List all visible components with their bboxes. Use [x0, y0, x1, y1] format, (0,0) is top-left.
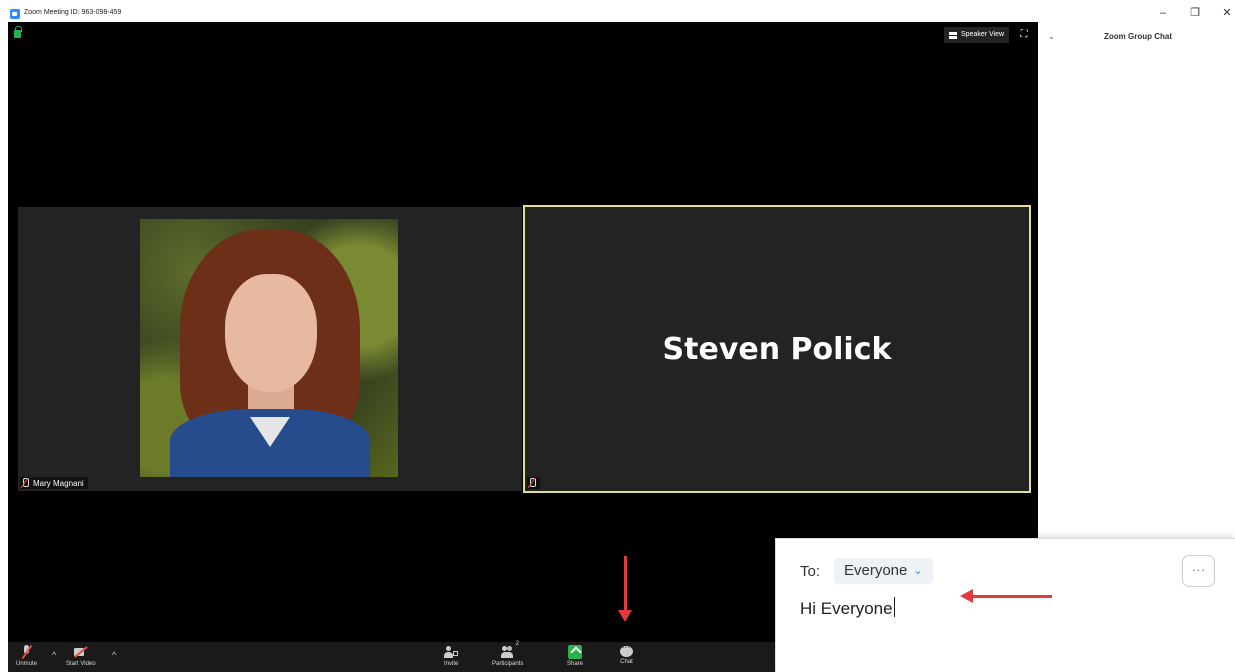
invite-label: Invite [444, 661, 459, 667]
chat-bubble-icon [620, 643, 633, 657]
chevron-down-icon[interactable]: ⌄ [1048, 32, 1055, 41]
fullscreen-icon[interactable]: ⛶ [1016, 27, 1032, 43]
start-video-button[interactable]: Start Video [66, 645, 96, 667]
participants-label: Participants [492, 661, 524, 667]
window-controls: – ❐ ✕ [1157, 7, 1233, 19]
portrait-face [225, 274, 317, 392]
speaker-view-label: Speaker View [961, 31, 1005, 38]
video-tile-steven[interactable]: Steven Polick [523, 205, 1031, 493]
share-label: Share [567, 661, 584, 667]
participant-name-display: Steven Polick [662, 331, 892, 367]
lock-icon[interactable] [14, 26, 22, 38]
video-off-icon [73, 645, 88, 659]
start-video-label: Start Video [66, 661, 96, 667]
invite-icon [444, 645, 459, 659]
share-screen-icon [568, 645, 582, 659]
share-button[interactable]: Share [567, 645, 583, 667]
chat-title: Zoom Group Chat [1104, 32, 1172, 41]
recipient-value: Everyone [844, 562, 908, 579]
window-title: Zoom Meeting ID: 963-098-459 [24, 9, 122, 16]
video-tile-mary[interactable]: Mary Magnani [18, 207, 522, 491]
chat-button[interactable]: Chat [620, 643, 633, 665]
participant-name: Mary Magnani [33, 478, 84, 488]
recipient-dropdown[interactable]: Everyone ⌄ [834, 558, 933, 584]
text-cursor [893, 597, 895, 617]
muted-mic-icon [21, 478, 29, 488]
speaker-view-button[interactable]: Speaker View [944, 27, 1010, 43]
participant-name-tag [527, 477, 540, 489]
grid-icon [949, 31, 957, 39]
message-text: Hi Everyone [800, 599, 893, 618]
video-options-caret-icon[interactable]: ^ [112, 650, 116, 660]
unmute-label: Unmute [16, 661, 38, 667]
chat-message-input[interactable]: Hi Everyone [800, 597, 895, 619]
audio-options-caret-icon[interactable]: ^ [52, 650, 56, 660]
minimize-icon[interactable]: – [1157, 7, 1169, 19]
participants-count: 2 [515, 641, 520, 647]
title-bar: Zoom Meeting ID: 963-098-459 – ❐ ✕ [8, 7, 1235, 22]
chat-composer-callout: To: Everyone ⌄ ··· Hi Everyone [775, 538, 1235, 672]
participants-button[interactable]: 2 Participants [492, 641, 524, 667]
recipient-label: To: [800, 563, 821, 580]
unmute-button[interactable]: Unmute [16, 645, 37, 667]
restore-icon[interactable]: ❐ [1189, 7, 1201, 19]
zoom-logo-icon [10, 9, 20, 19]
muted-mic-icon [528, 478, 536, 488]
chevron-down-icon: ⌄ [913, 565, 923, 577]
more-options-button[interactable]: ··· [1182, 555, 1215, 587]
muted-mic-icon [20, 645, 34, 659]
close-icon[interactable]: ✕ [1221, 7, 1233, 19]
annotation-arrow-left [960, 589, 1052, 603]
participants-icon: 2 [500, 641, 519, 659]
invite-button[interactable]: Invite [444, 645, 458, 667]
chat-label: Chat [620, 659, 633, 665]
participant-name-tag: Mary Magnani [20, 477, 88, 489]
chat-header: ⌄ Zoom Group Chat [1038, 22, 1235, 50]
zoom-window: Zoom Meeting ID: 963-098-459 – ❐ ✕ Speak… [0, 0, 1235, 672]
participant-video [140, 219, 398, 477]
annotation-arrow-down [618, 556, 632, 622]
plus-icon [453, 651, 459, 656]
